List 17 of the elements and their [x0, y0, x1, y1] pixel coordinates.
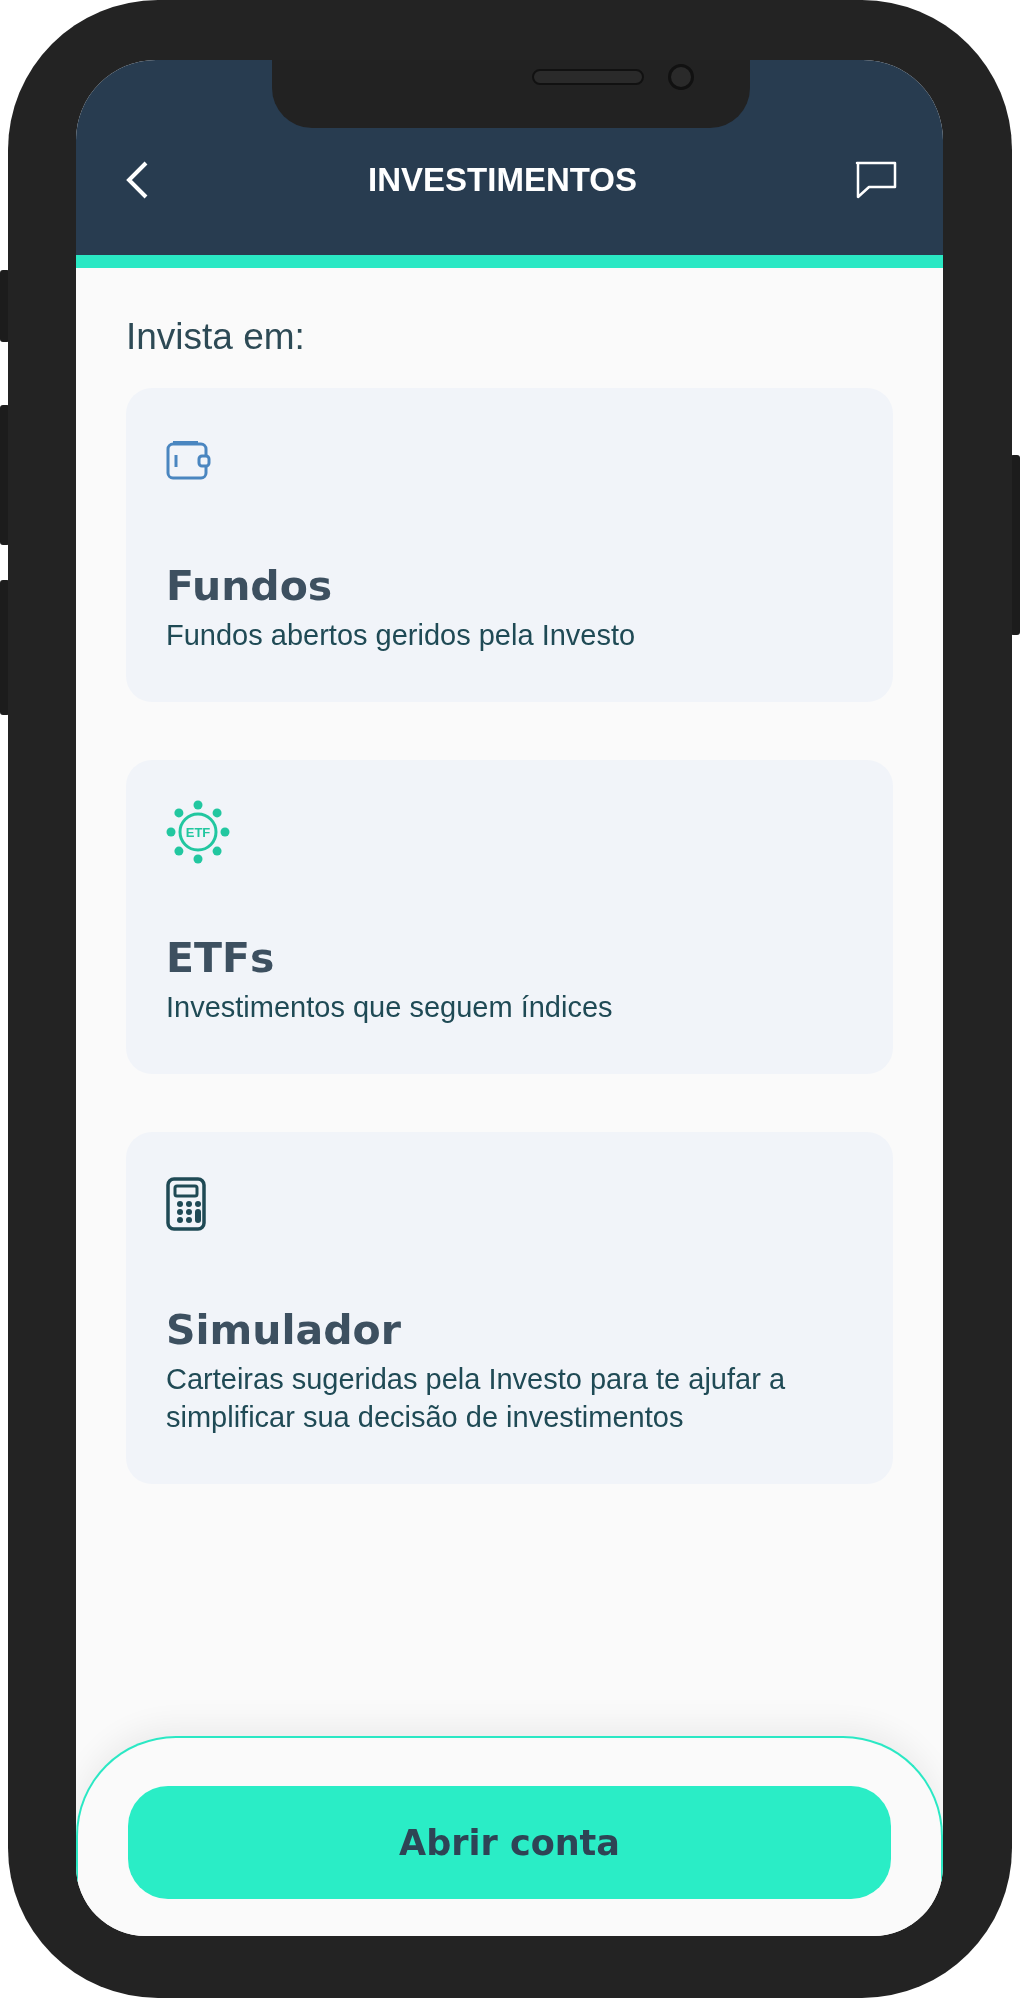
- screen-title: INVESTIMENTOS: [368, 161, 637, 199]
- card-description: Fundos abertos geridos pela Investo: [166, 618, 637, 653]
- investment-card[interactable]: Simulador Carteiras sugeridas pela Investo para te ajufar a simplificar sua decisão de investimentos: [126, 1132, 893, 1484]
- investment-card[interactable]: ETF ETFs Investimentos que seguem índices: [126, 760, 893, 1074]
- card-description: Carteiras sugeridas pela Investo para te ajufar a simplificar sua decisão de investimentos: [166, 1362, 786, 1435]
- card-title: ETFs: [166, 934, 276, 982]
- calculator-icon: [166, 1177, 206, 1231]
- back-button[interactable]: [124, 160, 150, 200]
- card-description: Investimentos que seguem índices: [166, 990, 614, 1025]
- card-title: Fundos: [166, 562, 334, 610]
- investment-card[interactable]: Fundos Fundos abertos geridos pela Investo: [126, 388, 893, 702]
- chat-button[interactable]: [855, 161, 897, 199]
- section-heading: Invista em:: [126, 316, 306, 358]
- open-account-button[interactable]: Abrir conta: [128, 1786, 891, 1899]
- camera-lens: [668, 64, 694, 90]
- card-title: Simulador: [166, 1306, 402, 1354]
- wallet-icon: [166, 440, 212, 480]
